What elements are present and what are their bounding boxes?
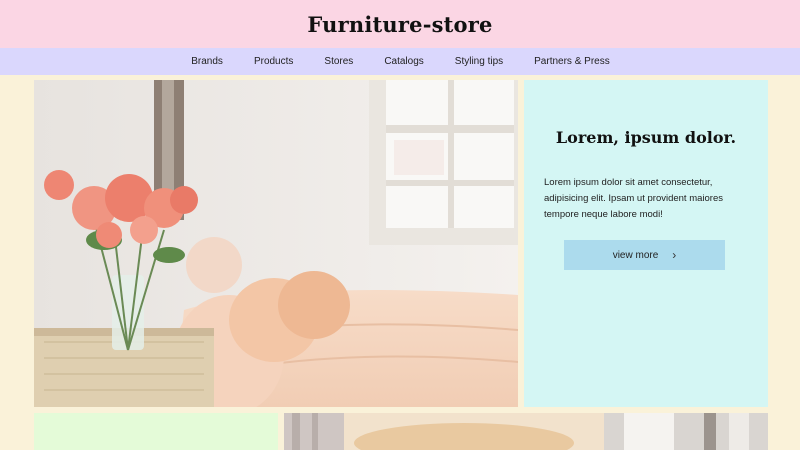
nav-link-brands[interactable]: Brands [191, 56, 223, 67]
nav-link-styling-tips[interactable]: Styling tips [455, 56, 503, 67]
view-more-button[interactable]: view more › [564, 240, 725, 270]
site-title[interactable]: Furniture-store [307, 12, 492, 37]
chevron-right-icon: › [672, 248, 677, 262]
nav-link-products[interactable]: Products [254, 56, 293, 67]
nav-link-stores[interactable]: Stores [324, 56, 353, 67]
feature-title: Lorem, ipsum dolor. [555, 128, 737, 147]
bedroom-photo [34, 80, 518, 407]
room-photo [284, 413, 768, 450]
main-nav: Brands Products Stores Catalogs Styling … [0, 48, 800, 75]
feature-description: Lorem ipsum dolor sit amet consectetur, … [544, 177, 724, 220]
bottom-room-image [284, 413, 768, 450]
view-more-label: view more [612, 249, 659, 261]
site-header: Furniture-store [0, 0, 800, 48]
feature-panel: Lorem, ipsum dolor. Lorem ipsum dolor si… [524, 80, 768, 407]
nav-link-catalogs[interactable]: Catalogs [384, 56, 423, 67]
hero-bedroom-image [34, 80, 518, 407]
nav-link-partners-press[interactable]: Partners & Press [534, 56, 610, 67]
bottom-green-panel [34, 413, 278, 450]
